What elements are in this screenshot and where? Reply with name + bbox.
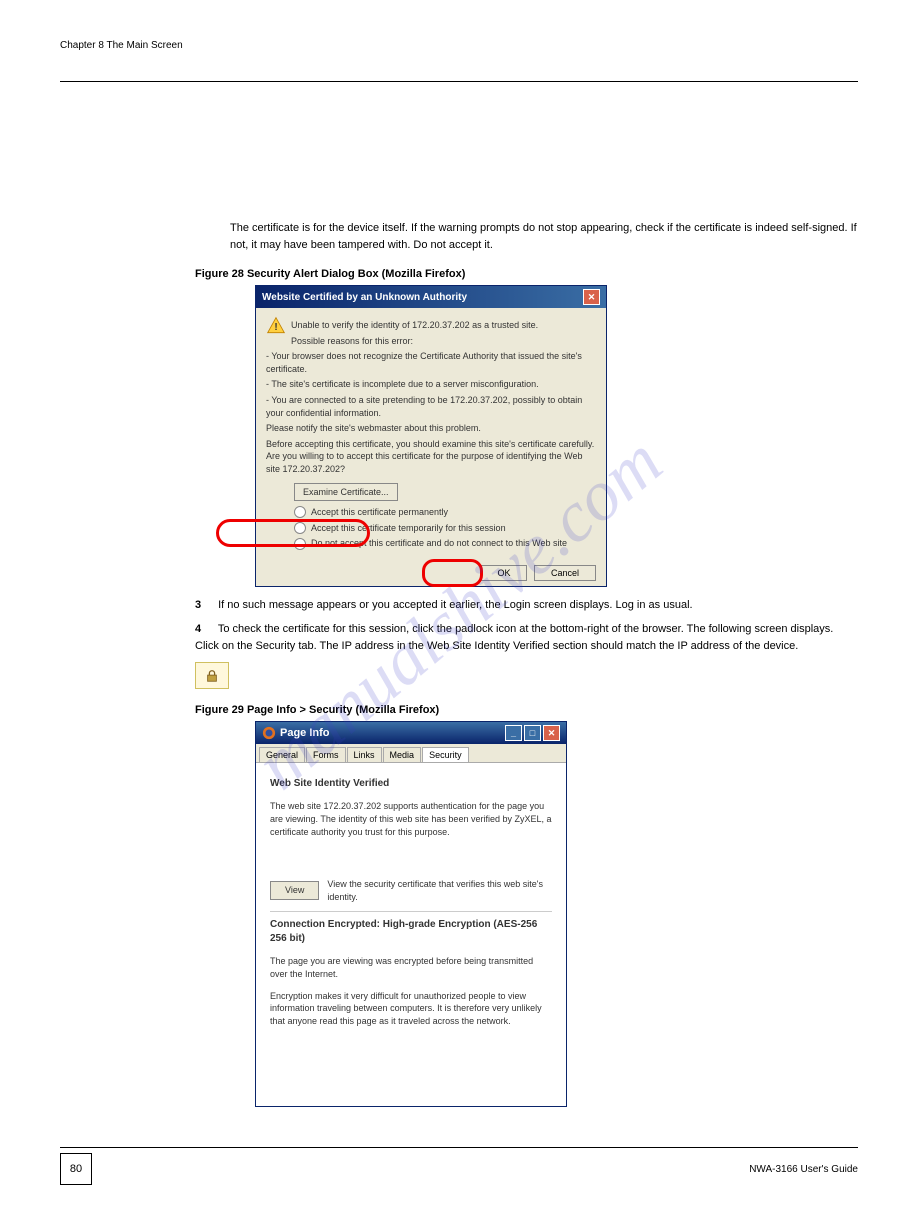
header-rule (60, 81, 858, 82)
examine-certificate-button[interactable]: Examine Certificate... (294, 483, 398, 502)
cancel-button[interactable]: Cancel (534, 565, 596, 581)
dialog2-titlebar: Page Info _ □ ✕ (256, 722, 566, 744)
view-description: View the security certificate that verif… (327, 878, 552, 903)
dialog1-titlebar: Website Certified by an Unknown Authorit… (256, 286, 606, 308)
step-3-text: If no such message appears or you accept… (218, 599, 693, 611)
footer: 80 NWA-3166 User's Guide (60, 1147, 858, 1185)
svg-text:!: ! (274, 322, 277, 333)
dialog1-title: Website Certified by an Unknown Authorit… (262, 292, 467, 303)
tabs: General Forms Links Media Security (256, 744, 566, 763)
chapter-header: Chapter 8 The Main Screen (60, 40, 183, 51)
warning-icon: ! (266, 316, 286, 336)
close-icon[interactable]: ✕ (543, 725, 560, 741)
dialog1-reason3: - You are connected to a site pretending… (266, 394, 596, 419)
dialog1-line2: Possible reasons for this error: (266, 335, 596, 348)
dialog1-line1: Unable to verify the identity of 172.20.… (266, 319, 596, 332)
tab-security[interactable]: Security (422, 747, 469, 762)
step-4-text: To check the certificate for this sessio… (195, 623, 833, 652)
identity-verified-heading: Web Site Identity Verified (270, 777, 552, 791)
page-number: 80 (60, 1153, 92, 1185)
tab-forms[interactable]: Forms (306, 747, 346, 762)
step-4-number: 4 (195, 621, 215, 638)
tab-media[interactable]: Media (383, 747, 422, 762)
identity-verified-text: The web site 172.20.37.202 supports auth… (270, 800, 552, 838)
dialog1-line3: Please notify the site's webmaster about… (266, 422, 596, 435)
close-icon[interactable]: ✕ (583, 289, 600, 305)
figure-29-label: Figure 29 Page Info > Security (Mozilla … (195, 704, 858, 716)
step-3-number: 3 (195, 597, 215, 614)
highlight-ok-button (422, 559, 483, 587)
encryption-para1: The page you are viewing was encrypted b… (270, 955, 552, 980)
dialog1-reason1: - Your browser does not recognize the Ce… (266, 350, 596, 375)
ok-button[interactable]: OK (480, 565, 527, 581)
divider (270, 911, 552, 912)
dialog1-line4: Before accepting this certificate, you s… (266, 438, 596, 476)
encryption-heading: Connection Encrypted: High-grade Encrypt… (270, 918, 552, 946)
firefox-icon (262, 726, 276, 740)
encryption-para2: Encryption makes it very difficult for u… (270, 990, 552, 1028)
radio-accept-permanent-label: Accept this certificate permanently (311, 506, 448, 519)
doc-title: NWA-3166 User's Guide (749, 1164, 858, 1175)
minimize-icon[interactable]: _ (505, 725, 522, 741)
padlock-icon-inline (195, 662, 229, 689)
tab-general[interactable]: General (259, 747, 305, 762)
maximize-icon[interactable]: □ (524, 725, 541, 741)
page-info-dialog: Page Info _ □ ✕ General Forms Links Medi… (255, 721, 567, 1107)
dialog1-reason2: - The site's certificate is incomplete d… (266, 378, 596, 391)
figure-28-label: Figure 28 Security Alert Dialog Box (Moz… (195, 268, 858, 280)
intro-paragraph: The certificate is for the device itself… (230, 220, 858, 253)
highlight-accept-permanent (216, 519, 370, 547)
view-button[interactable]: View (270, 881, 319, 900)
tab-links[interactable]: Links (347, 747, 382, 762)
dialog2-title: Page Info (280, 727, 330, 739)
radio-accept-permanent[interactable] (294, 506, 306, 518)
